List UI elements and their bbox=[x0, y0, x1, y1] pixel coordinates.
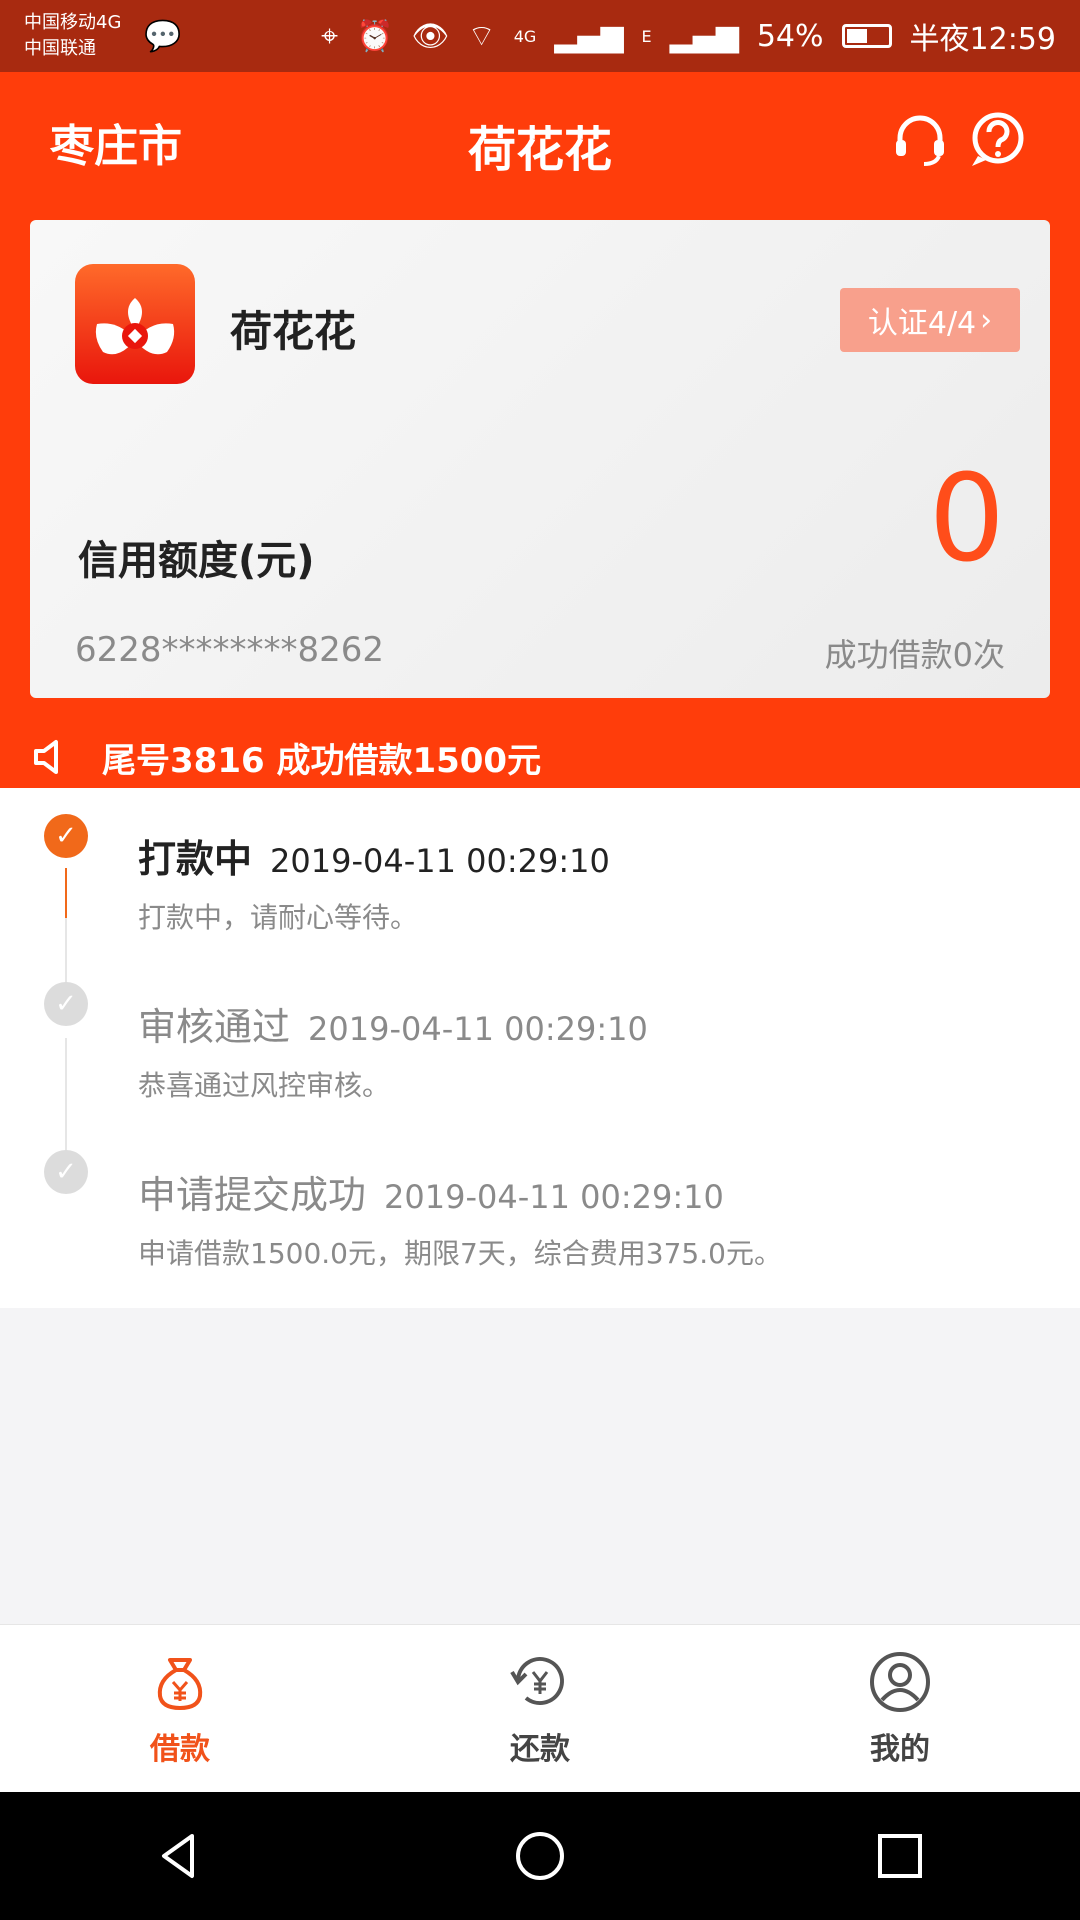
carrier-info: 中国移动4G 中国联通 bbox=[24, 10, 144, 62]
wifi-icon: ⌔ bbox=[467, 19, 496, 54]
signal-4g-label: 4G bbox=[513, 26, 537, 46]
credit-card: 荷花花 认证4/4 › 信用额度(元) 0 6228********8262 成… bbox=[30, 220, 1050, 698]
step-title: 申请提交成功 2019-04-11 00:29:10 bbox=[138, 1164, 724, 1219]
tab-repay[interactable]: 还款 bbox=[360, 1625, 720, 1793]
loan-progress-timeline: ✓ 打款中 2019-04-11 00:29:10 打款中，请耐心等待。 ✓ 审核… bbox=[0, 788, 1080, 1308]
step-time: 2019-04-11 00:29:10 bbox=[384, 1178, 724, 1216]
location-icon: ⌖ bbox=[321, 18, 339, 54]
notice-text: 尾号3816 成功借款1500元 bbox=[102, 740, 542, 781]
success-loan-count: 成功借款0次 bbox=[824, 636, 1005, 674]
tab-profile[interactable]: 我的 bbox=[720, 1625, 1080, 1793]
step-description: 申请借款1500.0元，期限7天，综合费用375.0元。 bbox=[138, 1237, 782, 1270]
alarm-icon: ⏰ bbox=[356, 18, 394, 54]
signal-icon-2: ▂▄▆ bbox=[669, 18, 739, 54]
back-icon[interactable] bbox=[152, 1828, 208, 1884]
card-app-name: 荷花花 bbox=[230, 307, 357, 356]
message-icon: 💬 bbox=[144, 18, 182, 54]
notice-bar: 尾号3816 成功借款1500元 bbox=[0, 726, 1080, 788]
timeline-connector bbox=[65, 1038, 67, 1156]
home-icon[interactable] bbox=[512, 1828, 568, 1884]
step-time: 2019-04-11 00:29:10 bbox=[308, 1010, 648, 1048]
money-bag-icon bbox=[157, 1658, 203, 1711]
step-title: 审核通过 2019-04-11 00:29:10 bbox=[138, 996, 648, 1051]
step-description: 打款中，请耐心等待。 bbox=[138, 901, 419, 934]
app-logo bbox=[75, 264, 195, 384]
credit-limit-label: 信用额度(元) bbox=[78, 538, 315, 584]
step-title: 打款中 2019-04-11 00:29:10 bbox=[138, 828, 610, 883]
step-title-text: 审核通过 bbox=[138, 1005, 291, 1049]
tab-borrow[interactable]: 借款 bbox=[0, 1625, 360, 1793]
tab-label: 我的 bbox=[870, 1732, 930, 1767]
tab-label: 借款 bbox=[150, 1732, 210, 1767]
help-icon[interactable] bbox=[968, 110, 1028, 170]
clock: 半夜12:59 bbox=[909, 22, 1056, 57]
eye-icon: 👁 bbox=[411, 18, 450, 54]
speaker-icon bbox=[34, 740, 58, 774]
credit-limit-amount: 0 bbox=[928, 450, 1005, 589]
step-description: 恭喜通过风控审核。 bbox=[138, 1069, 391, 1102]
bottom-tab-bar: 借款 还款 我的 bbox=[0, 1624, 1080, 1793]
status-bar: 中国移动4G 中国联通 💬 ⌖ ⏰ 👁 ⌔ 4G ▂▄▆ E ▂▄▆ 54% 半… bbox=[0, 0, 1080, 72]
signal-icon: ▂▄▆ bbox=[554, 18, 624, 54]
check-icon: ✓ bbox=[44, 982, 88, 1026]
repay-icon bbox=[510, 1657, 564, 1706]
certification-label: 认证4/4 bbox=[867, 306, 977, 341]
certification-button[interactable]: 认证4/4 › bbox=[840, 288, 1020, 352]
tab-label: 还款 bbox=[510, 1732, 570, 1767]
headset-icon[interactable] bbox=[890, 110, 950, 170]
carrier-line-1: 中国移动4G bbox=[24, 12, 122, 33]
header: 枣庄市 荷花花 荷花花 认证4/4 › 信用额度(元) 0 6228******… bbox=[0, 72, 1080, 788]
lotus-icon bbox=[95, 298, 175, 355]
status-icons: ⌖ ⏰ 👁 ⌔ 4G ▂▄▆ E ▂▄▆ 54% 半夜12:59 bbox=[321, 14, 1056, 58]
chevron-right-icon: › bbox=[980, 302, 993, 338]
battery-percent: 54% bbox=[756, 18, 824, 54]
user-icon bbox=[870, 1652, 930, 1712]
check-icon: ✓ bbox=[44, 814, 88, 858]
step-title-text: 申请提交成功 bbox=[138, 1173, 367, 1217]
timeline-connector bbox=[65, 918, 67, 988]
bank-card-number: 6228********8262 bbox=[75, 630, 385, 670]
battery-icon bbox=[841, 24, 892, 48]
timeline-connector-active bbox=[65, 868, 67, 918]
recents-icon[interactable] bbox=[872, 1828, 928, 1884]
step-time: 2019-04-11 00:29:10 bbox=[270, 842, 610, 880]
step-title-text: 打款中 bbox=[138, 837, 253, 881]
system-nav-bar bbox=[0, 1792, 1080, 1920]
carrier-line-2: 中国联通 bbox=[24, 38, 96, 59]
signal-e-label: E bbox=[641, 26, 652, 46]
check-icon: ✓ bbox=[44, 1150, 88, 1194]
